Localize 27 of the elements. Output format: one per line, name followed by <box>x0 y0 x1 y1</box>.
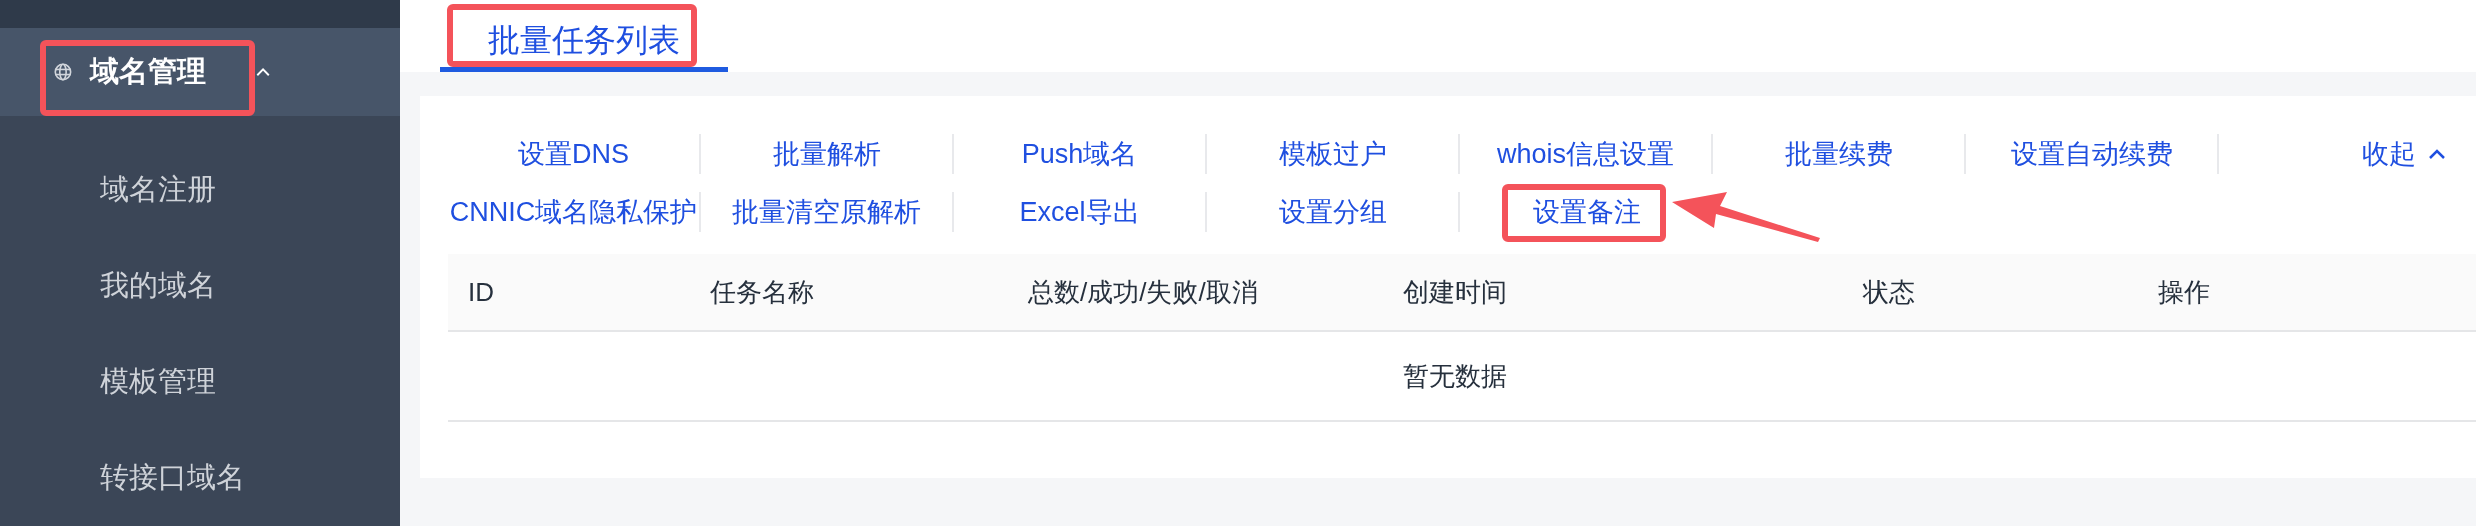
action-link[interactable]: 批量解析 <box>772 133 881 175</box>
tab[interactable]: 批量任务列表 <box>440 12 728 72</box>
action-link[interactable]: CNNIC域名隐私保护 <box>449 191 698 233</box>
column-header: 状态 <box>1863 275 1916 309</box>
action-link[interactable]: 设置分组 <box>1278 191 1387 233</box>
column-header: 操作 <box>2158 275 2211 309</box>
menu-group-label: 域名管理 <box>89 54 206 90</box>
action-link[interactable]: 批量续费 <box>1784 133 1893 175</box>
menu-item[interactable]: 域名注册 <box>0 142 400 238</box>
menu-item[interactable]: 我的域名 <box>0 238 400 334</box>
collapse-link[interactable]: 收起 <box>2362 134 2446 174</box>
action-link[interactable]: Excel导出 <box>1019 191 1140 233</box>
action-link[interactable]: 设置备注 <box>1532 191 1641 233</box>
action-link[interactable]: Push域名 <box>1021 133 1138 175</box>
column-header: 创建时间 <box>1403 275 1508 309</box>
chevron-up-icon <box>2428 148 2446 160</box>
menu-item[interactable]: 转接口域名 <box>0 430 400 526</box>
action-link[interactable]: whois信息设置 <box>1497 133 1674 175</box>
action-link[interactable]: 设置DNS <box>518 133 629 175</box>
action-link[interactable]: 设置自动续费 <box>2010 133 2173 175</box>
empty-message: 暂无数据 <box>1403 359 1507 393</box>
action-link[interactable]: 批量清空原解析 <box>732 191 921 233</box>
column-header: ID <box>468 275 495 309</box>
action-link[interactable]: 模板过户 <box>1278 133 1387 175</box>
column-header: 任务名称 <box>710 275 815 309</box>
column-header: 总数/成功/失败/取消 <box>1028 275 1259 309</box>
menu-item[interactable]: 模板管理 <box>0 334 400 430</box>
